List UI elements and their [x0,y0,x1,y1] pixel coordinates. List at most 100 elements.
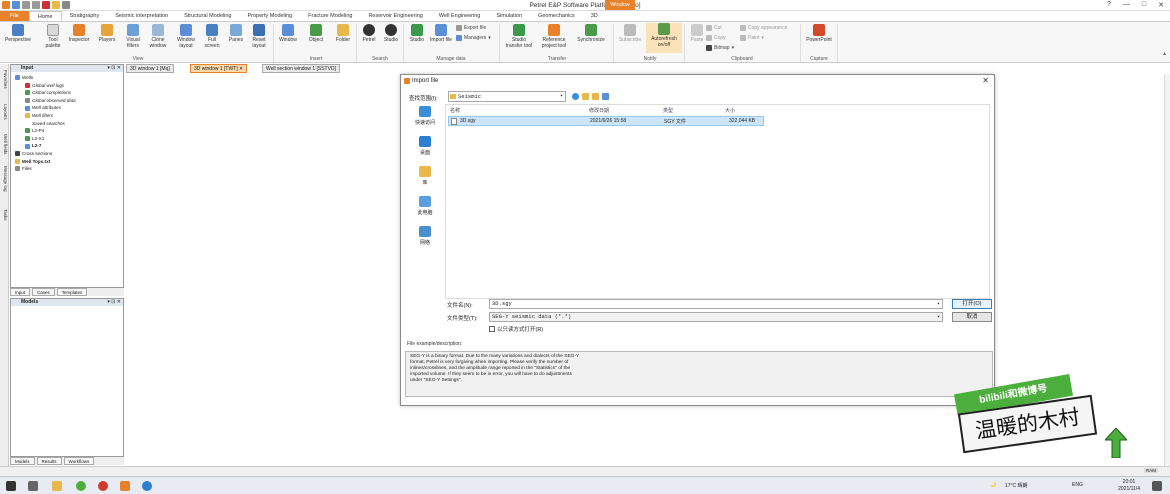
petrel-taskbar-icon[interactable] [120,481,130,491]
app-icon[interactable] [142,481,152,491]
panel-controls[interactable]: ▾ ⊡ ✕ [107,299,121,306]
copy-button[interactable]: Copy [706,35,726,41]
subscribe-button[interactable]: Subscribe [617,24,643,44]
tab-3d[interactable]: 3D [583,11,606,21]
studio-transfer-tool-button[interactable]: Studio transfer tool [505,24,533,49]
file-name-input[interactable]: 3D.sgy ▾ [489,299,943,309]
column-type[interactable]: 类型 [663,107,673,114]
weather-icon[interactable]: 🌙 [990,482,996,488]
help-icon[interactable]: ? [1107,1,1111,9]
paste-button[interactable]: Paste [686,24,708,44]
tab-file[interactable]: File [0,11,29,21]
app-icon[interactable] [98,481,108,491]
new-folder-icon[interactable] [592,93,599,100]
tree-item[interactable]: Files [11,165,123,173]
language-indicator[interactable]: ENG [1072,482,1083,488]
paint-button[interactable]: Paint ▾ [740,35,764,41]
tree-item[interactable]: Saved searches [11,120,123,128]
cut-button[interactable]: Cut [706,25,722,31]
column-name[interactable]: 名称 [450,107,460,114]
close-icon[interactable]: ✕ [239,66,243,72]
place-network[interactable]: 网络 [409,226,441,246]
task-view-icon[interactable] [28,481,38,491]
tab-workflows[interactable]: Workflows [63,457,95,465]
tab-reservoir-engineering[interactable]: Reservoir Engineering [360,11,430,21]
reference-project-tool-button[interactable]: Reference project tool [538,24,570,49]
up-folder-icon[interactable] [582,93,589,100]
side-tab-well-fields[interactable]: Well fields [1,134,8,154]
tree-item[interactable]: Well filters [11,112,123,120]
panel-controls[interactable]: ▾ ⊡ ✕ [107,65,121,72]
autorefresh-button[interactable]: Autorefresh on/off [646,23,682,53]
notification-icon[interactable] [1152,481,1162,491]
managers-button[interactable]: Managers ▾ [456,35,491,41]
search-petrel-button[interactable]: Petrel [358,24,380,44]
tab-property-modeling[interactable]: Property Modeling [239,11,300,21]
column-date[interactable]: 修改日期 [589,107,609,114]
tab-results[interactable]: Results [36,457,62,465]
clone-window-button[interactable]: Clone window [147,24,169,49]
clock[interactable]: 20:01 2021/11/4 [1118,479,1140,492]
insert-folder-button[interactable]: Folder [332,24,354,44]
column-size[interactable]: 大小 [725,107,735,114]
bitmap-button[interactable]: Bitmap ▾ [706,45,734,51]
side-tab-tasks[interactable]: Tasks [1,209,8,221]
tab-geomechanics[interactable]: Geomechanics [530,11,583,21]
view-menu-icon[interactable] [602,93,609,100]
tree-item[interactable]: Global observed data [11,97,123,105]
tab-templates[interactable]: Templates [56,288,88,296]
tab-structural-modeling[interactable]: Structural Modeling [176,11,239,21]
tab-3d-window-1-mq[interactable]: 3D window 1 [Mq] [126,64,174,73]
file-explorer-icon[interactable] [52,481,62,491]
tab-3d-window-1-twt[interactable]: 3D window 1 [TWT] ✕ [190,64,248,73]
checkbox[interactable] [489,326,495,332]
open-button[interactable]: 打开(O) [952,299,992,309]
tab-stratigraphy[interactable]: Stratigraphy [62,11,108,21]
tree-item[interactable]: Global completions [11,89,123,97]
file-row[interactable]: 3D.sgy 2021/6/26 15:58 SGY 文件 322,044 KB [448,116,764,126]
panes-button[interactable]: Panes [225,24,247,44]
file-list[interactable]: 名称 修改日期 类型 大小 3D.sgy 2021/6/26 15:58 SGY… [445,104,990,299]
window-layout-button[interactable]: Window layout [175,24,197,49]
windows-start-icon[interactable] [6,481,16,491]
tab-home[interactable]: Home [28,11,62,21]
studio-button[interactable]: Studio [406,24,428,44]
search-studio-button[interactable]: Studio [380,24,402,44]
tab-well-section-window[interactable]: Well section window 1 [SSTVD] [262,64,340,73]
copy-appearance-button[interactable]: Copy appearance [740,25,787,31]
weather-text[interactable]: 17°C 晴朗 [1005,482,1028,489]
window-context-tab[interactable]: Window [605,0,635,10]
visual-filters-button[interactable]: Visual filters [122,24,144,49]
inspector-button[interactable]: Inspector [68,24,90,44]
side-tab-favorites[interactable]: Favorites [1,70,8,89]
tab-simulation[interactable]: Simulation [488,11,530,21]
back-icon[interactable] [572,93,579,100]
tab-cases[interactable]: Cases [32,288,55,296]
tab-input[interactable]: Input [10,288,31,296]
maximize-button[interactable]: □ [1142,1,1146,9]
place-desktop[interactable]: 桌面 [409,136,441,156]
tree-item[interactable]: L2-7 [11,142,123,150]
cancel-button[interactable]: 取消 [952,312,992,322]
tree-item[interactable]: Wells [11,74,123,82]
powerpoint-button[interactable]: PowerPoint [803,24,835,44]
full-screen-button[interactable]: Full screen [201,24,223,49]
place-quick-access[interactable]: 快速访问 [409,106,441,126]
tree-item[interactable]: Well Tops.txt [11,158,123,166]
tab-fracture-modeling[interactable]: Fracture Modeling [300,11,360,21]
tab-models[interactable]: Models [10,457,35,465]
close-icon[interactable]: ✕ [982,76,989,85]
export-file-button[interactable]: Export file [456,25,486,31]
reset-layout-button[interactable]: Reset layout [248,24,270,49]
tree-item[interactable]: L2-X1 [11,135,123,143]
import-file-button[interactable]: Import file [430,24,452,44]
side-tab-layouts[interactable]: Layouts [1,104,8,120]
tab-well-engineering[interactable]: Well Engineering [431,11,488,21]
tab-seismic-interpretation[interactable]: Seismic interpretation [107,11,176,21]
place-library[interactable]: 库 [409,166,441,186]
insert-object-button[interactable]: Object [305,24,327,44]
synchronize-button[interactable]: Synchronize [576,24,606,44]
look-in-dropdown[interactable]: Seismic ▾ [448,91,566,102]
place-this-pc[interactable]: 此电脑 [409,196,441,216]
tool-palette-button[interactable]: Tool palette [42,24,64,49]
